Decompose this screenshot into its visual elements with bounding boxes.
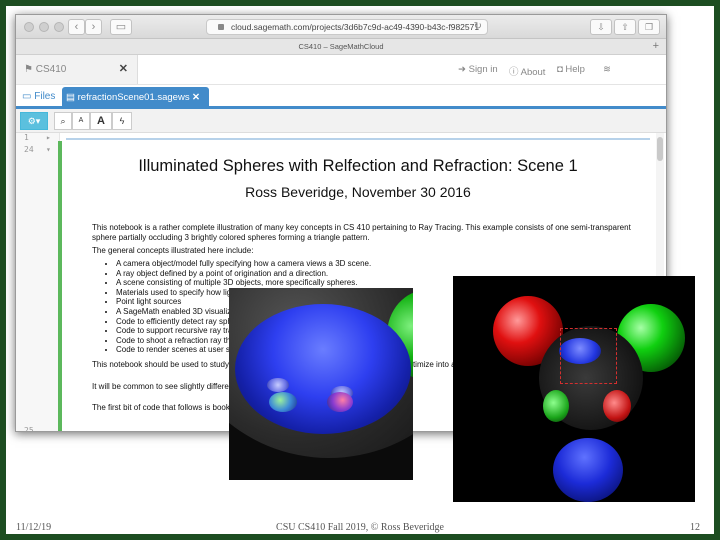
concepts-header: The general concepts illustrated here in… <box>92 246 254 255</box>
search-icon[interactable]: ⌕ <box>54 112 72 130</box>
chevron-down-icon[interactable]: ▾ <box>46 145 51 154</box>
gear-icon[interactable]: ⚙▾ <box>20 112 48 130</box>
green-refraction <box>543 390 569 422</box>
about-label: About <box>520 67 546 78</box>
url-text: cloud.sagemath.com/projects/3d6b7c9d-ac4… <box>231 22 480 32</box>
project-tab[interactable]: ⚑ CS410 ✕ <box>16 55 138 84</box>
intro-paragraph: This notebook is a rather complete illus… <box>92 223 631 242</box>
plus-icon[interactable]: + <box>653 39 659 54</box>
lock-icon <box>218 24 224 30</box>
lightning-icon[interactable]: ϟ <box>112 112 132 130</box>
full-render-image <box>453 276 695 502</box>
scrollbar-thumb[interactable] <box>657 137 663 161</box>
help-label: Help <box>565 64 585 75</box>
downloads-button[interactable]: ⇩ <box>590 19 612 35</box>
smc-top-bar: ⚑ CS410 ✕ ➜ Sign in ⓘ About ◘ Help ≋ <box>16 55 666 85</box>
flag-icon: ⚑ <box>24 64 36 75</box>
line-number: 24 <box>24 145 34 154</box>
footer-page-number: 12 <box>690 522 700 533</box>
files-link[interactable]: ▭ Files <box>22 91 55 102</box>
slide: ‹ › ▭ cloud.sagemath.com/projects/3d6b7c… <box>6 6 714 534</box>
sign-in-icon: ➜ <box>458 64 469 75</box>
close-icon[interactable]: ✕ <box>119 55 128 84</box>
back-button[interactable]: ‹ <box>68 19 85 35</box>
footer-course: CSU CS410 Fall 2019, © Ross Beveridge <box>276 522 444 533</box>
files-label: Files <box>34 91 56 102</box>
line-number: 1 <box>24 133 29 142</box>
forward-button[interactable]: › <box>85 19 102 35</box>
window-title: CS410 – SageMathCloud <box>298 42 384 51</box>
highlight <box>267 378 289 392</box>
line-number-gutter: 1 ▸ 24 ▾ 25 <box>16 133 60 432</box>
blue-sphere-zoomed <box>235 304 411 434</box>
sign-in-label: Sign in <box>468 64 498 75</box>
sidebar-toggle-button[interactable]: ▭ <box>110 19 132 35</box>
doc-title: Illuminated Spheres with Relfection and … <box>138 157 578 175</box>
sign-in-link[interactable]: ➜ Sign in <box>458 64 498 75</box>
line-number: 25 <box>24 426 34 432</box>
refracted-green-spot <box>269 392 297 412</box>
about-link[interactable]: ⓘ About <box>509 64 545 78</box>
refracted-red-spot <box>327 392 353 412</box>
red-refraction <box>603 390 631 422</box>
list-item: A camera object/model fully specifying h… <box>116 259 626 269</box>
font-larger-button[interactable]: A <box>90 112 112 130</box>
file-tab-bar: ▭ Files ▤ refractionScene01.sagews ✕ <box>16 85 666 109</box>
cell-output-marker <box>58 141 62 431</box>
file-tab-label: refractionScene01.sagews <box>77 92 190 103</box>
worksheet-toolbar: ⚙▾ ⌕ A A ϟ <box>16 109 666 133</box>
close-window-button[interactable] <box>24 22 34 32</box>
cell-divider <box>66 138 650 140</box>
minimize-window-button[interactable] <box>39 22 49 32</box>
help-link[interactable]: ◘ Help <box>557 64 585 75</box>
file-tab-active[interactable]: ▤ refractionScene01.sagews ✕ <box>62 87 209 109</box>
reload-icon[interactable]: ↻ <box>474 20 482 34</box>
folder-icon: ▭ <box>22 91 35 102</box>
wifi-icon: ≋ <box>603 64 611 75</box>
browser-titlebar: ‹ › ▭ cloud.sagemath.com/projects/3d6b7c… <box>16 15 666 39</box>
close-icon[interactable]: ✕ <box>192 87 200 109</box>
project-tab-label: CS410 <box>35 64 67 75</box>
share-button[interactable]: ⇧ <box>614 19 636 35</box>
zoomed-render-image <box>229 288 413 480</box>
chevron-right-icon[interactable]: ▸ <box>46 133 51 142</box>
zoom-region-box <box>560 328 617 384</box>
file-icon: ▤ <box>66 92 78 103</box>
zoom-window-button[interactable] <box>54 22 64 32</box>
tabs-overview-button[interactable]: ❐ <box>638 19 660 35</box>
question-icon: ⓘ <box>509 67 521 78</box>
font-smaller-button[interactable]: A <box>72 112 90 130</box>
browser-tab-bar: CS410 – SageMathCloud + <box>16 39 666 55</box>
blue-sphere <box>553 438 623 502</box>
doc-author: Ross Beveridge, November 30 2016 <box>245 184 471 200</box>
address-bar[interactable]: cloud.sagemath.com/projects/3d6b7c9d-ac4… <box>206 19 488 35</box>
